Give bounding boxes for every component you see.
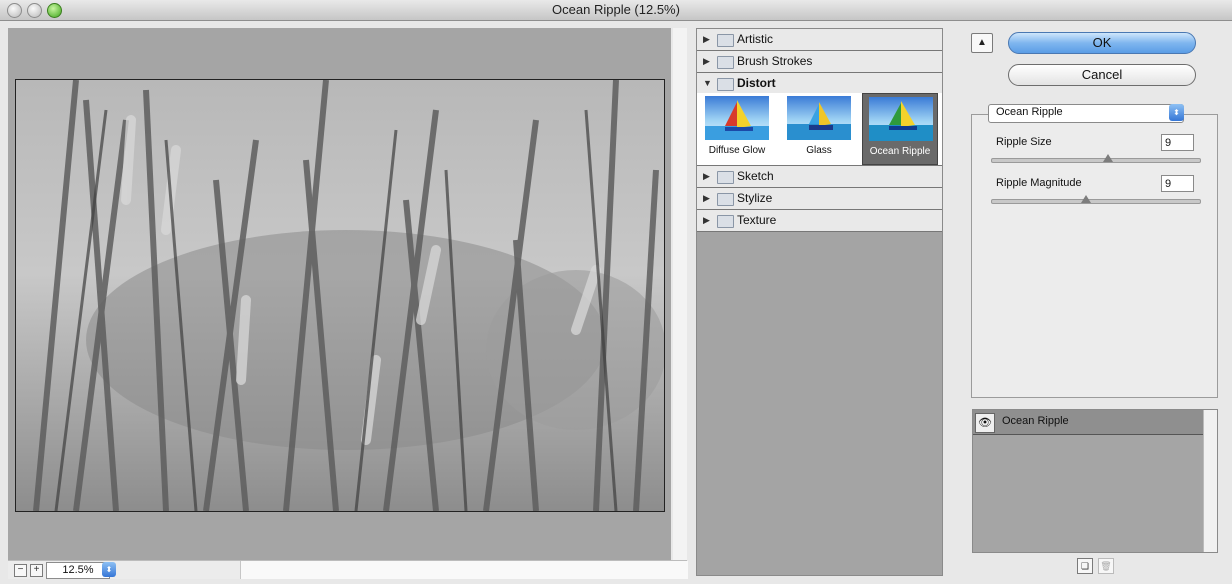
filter-thumb-ocean-ripple[interactable]: Ocean Ripple: [862, 93, 938, 165]
filter-parameters-panel: [971, 114, 1218, 398]
distort-thumbnails: Diffuse Glow Glass Ocean Ripple: [697, 93, 942, 166]
disclosure-triangle-open-icon: ▼: [703, 78, 712, 88]
disclosure-triangle-icon: ▶: [703, 193, 710, 203]
glass-thumbnail: [787, 96, 851, 140]
ok-button[interactable]: OK: [1008, 32, 1196, 54]
effect-layers-panel: 👁 Ocean Ripple: [972, 409, 1218, 553]
delete-effect-layer-icon[interactable]: 🗑: [1098, 558, 1114, 574]
folder-icon: [717, 171, 734, 184]
category-label: Texture: [737, 213, 777, 227]
effect-layer-label: Ocean Ripple: [1002, 415, 1069, 427]
category-sketch[interactable]: ▶ Sketch: [697, 166, 942, 188]
category-texture[interactable]: ▶ Texture: [697, 210, 942, 232]
zoom-bar: − + 12.5% ⬍: [8, 560, 688, 579]
zoom-level-field[interactable]: 12.5%: [46, 562, 110, 579]
filter-select[interactable]: Ocean Ripple ⬍: [988, 104, 1184, 123]
window-titlebar: Ocean Ripple (12.5%): [0, 0, 1232, 21]
thumb-caption: Glass: [806, 145, 832, 156]
category-label: Brush Strokes: [737, 54, 813, 68]
disclosure-triangle-icon: ▶: [703, 171, 710, 181]
category-artistic[interactable]: ▶ Artistic: [697, 29, 942, 51]
folder-icon: [717, 34, 734, 47]
thumb-caption: Ocean Ripple: [869, 146, 931, 157]
diffuse-glow-thumbnail: [705, 96, 769, 140]
folder-icon: [717, 56, 734, 69]
ripple-magnitude-slider[interactable]: [991, 195, 1201, 204]
zoom-bar-empty: [240, 561, 688, 579]
window-title: Ocean Ripple (12.5%): [552, 2, 680, 17]
category-distort[interactable]: ▼ Distort: [697, 73, 942, 95]
disclosure-triangle-icon: ▶: [703, 215, 710, 225]
folder-icon: [717, 215, 734, 228]
cancel-button[interactable]: Cancel: [1008, 64, 1196, 86]
ripple-magnitude-field[interactable]: 9: [1161, 175, 1194, 192]
category-stylize[interactable]: ▶ Stylize: [697, 188, 942, 210]
ripple-size-slider-thumb[interactable]: [1103, 154, 1114, 162]
preview-image: [15, 79, 665, 512]
ripple-size-label: Ripple Size: [996, 136, 1052, 148]
category-label: Distort: [737, 76, 776, 90]
filter-select-value: Ocean Ripple: [996, 106, 1063, 118]
filter-gallery: ▶ Artistic ▶ Brush Strokes ▼ Distort Dif…: [696, 28, 943, 576]
eye-icon[interactable]: 👁: [975, 413, 995, 433]
category-label: Artistic: [737, 32, 773, 46]
ripple-magnitude-label: Ripple Magnitude: [996, 177, 1082, 189]
new-effect-layer-icon[interactable]: ❏: [1077, 558, 1093, 574]
zoom-dropdown-icon[interactable]: ⬍: [102, 562, 116, 577]
ripple-size-field[interactable]: 9: [1161, 134, 1194, 151]
effect-layer-row[interactable]: 👁 Ocean Ripple: [973, 410, 1204, 435]
collapse-gallery-button[interactable]: ▲: [971, 33, 993, 53]
ripple-magnitude-slider-thumb[interactable]: [1080, 195, 1091, 203]
disclosure-triangle-icon: ▶: [703, 56, 710, 66]
preview-scrollbar[interactable]: [673, 28, 687, 560]
category-label: Sketch: [737, 169, 774, 183]
thumb-caption: Diffuse Glow: [708, 145, 766, 156]
layers-scrollbar[interactable]: [1203, 410, 1217, 552]
dropdown-arrows-icon: ⬍: [1169, 104, 1184, 121]
open-folder-icon: [717, 78, 734, 91]
zoom-out-button[interactable]: −: [14, 564, 27, 577]
disclosure-triangle-icon: ▶: [703, 34, 710, 44]
category-label: Stylize: [737, 191, 773, 205]
ocean-ripple-thumbnail: [869, 97, 933, 141]
filter-thumb-glass[interactable]: Glass: [781, 93, 857, 165]
zoom-in-button[interactable]: +: [30, 564, 43, 577]
ripple-size-slider[interactable]: [991, 154, 1201, 163]
filter-thumb-diffuse-glow[interactable]: Diffuse Glow: [699, 93, 775, 165]
category-brush-strokes[interactable]: ▶ Brush Strokes: [697, 51, 942, 73]
folder-icon: [717, 193, 734, 206]
